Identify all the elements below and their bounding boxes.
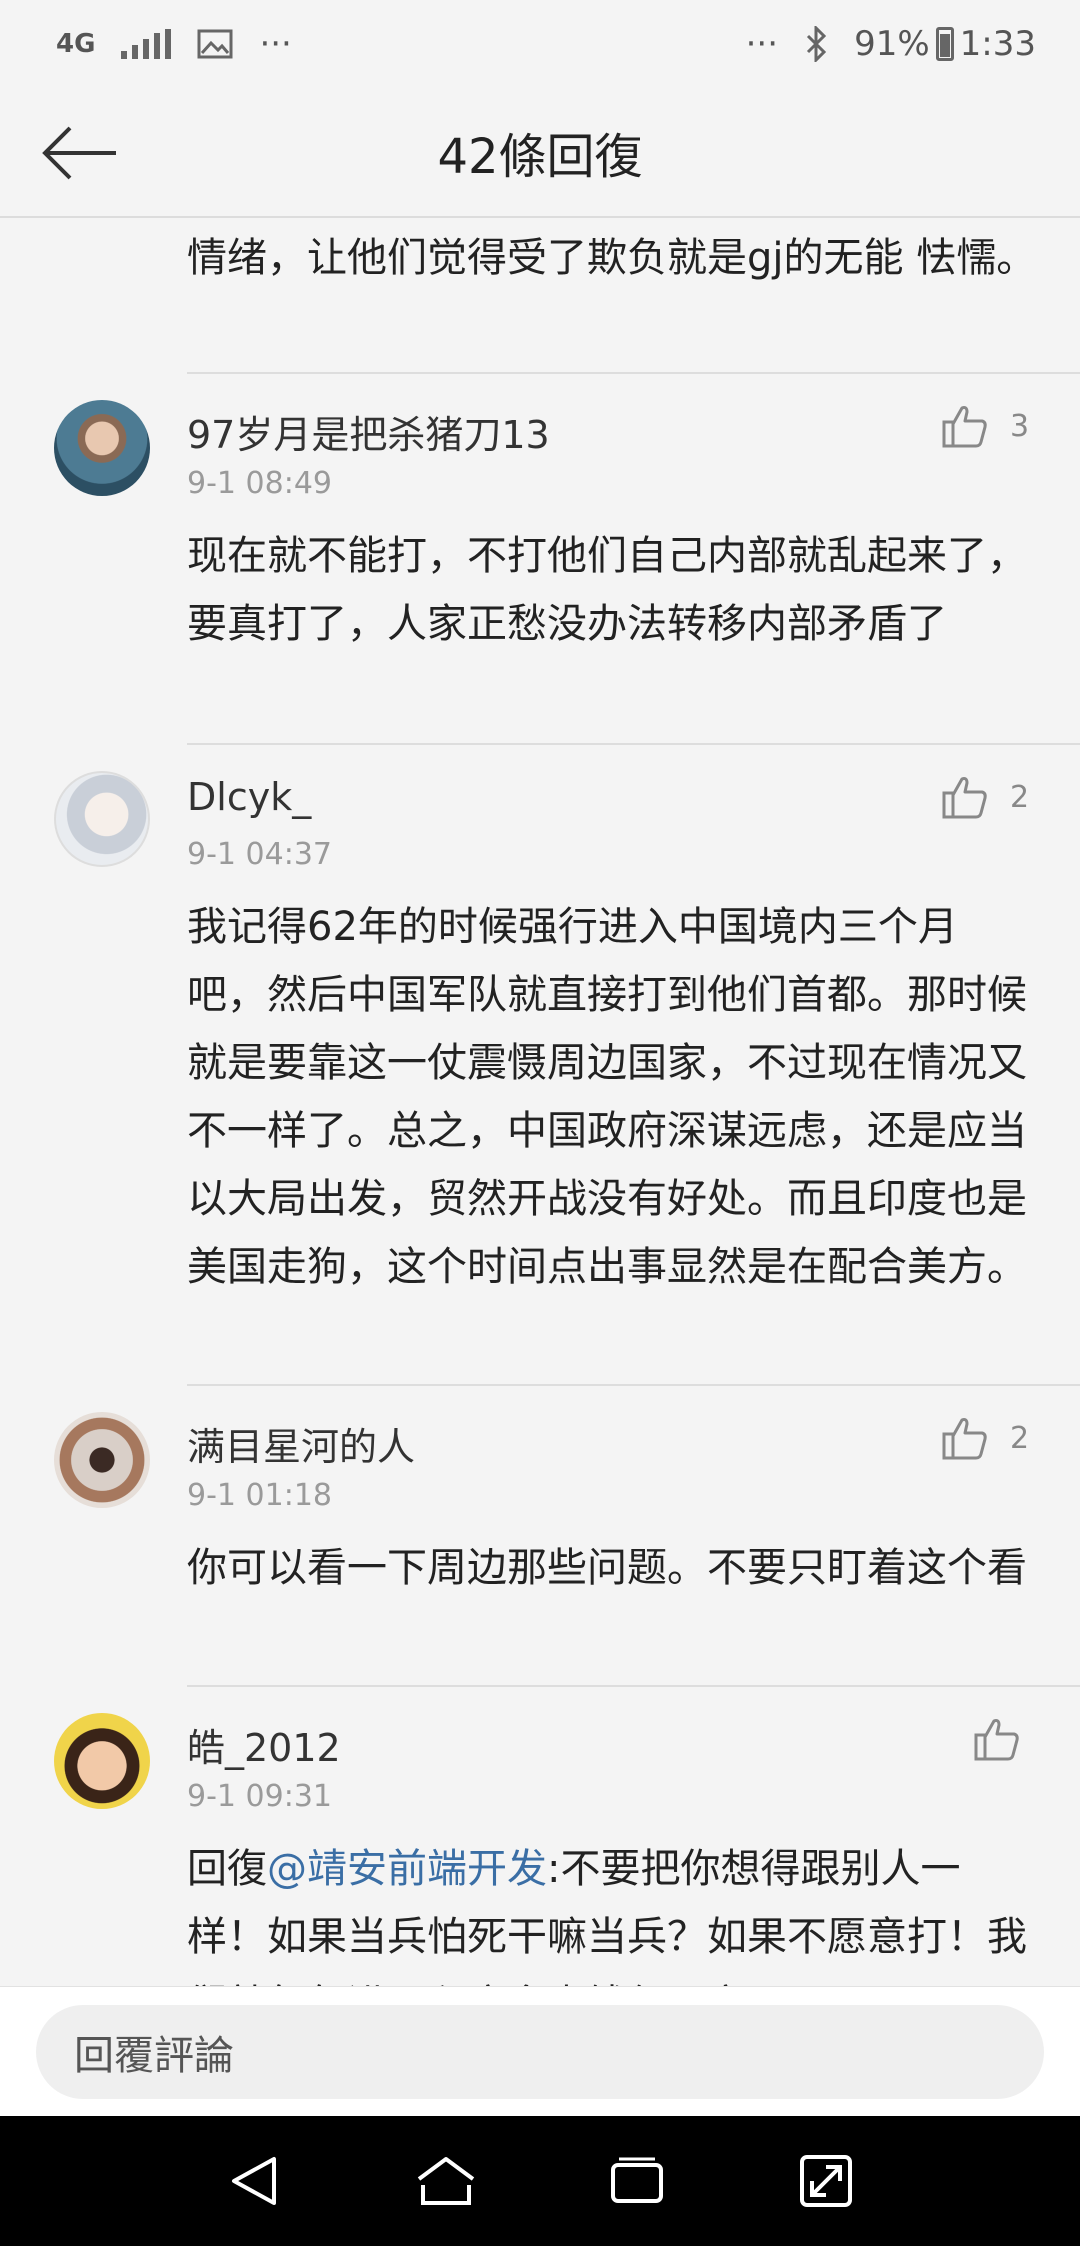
comment-item[interactable]: 满目星河的人 9-1 01:18 2 你可以看一下周边那些问题。不要只盯着这个看 bbox=[0, 1386, 1080, 1685]
signal-icon bbox=[121, 29, 172, 59]
image-icon bbox=[197, 29, 233, 59]
comment-item[interactable]: 97岁月是把杀猪刀13 9-1 08:49 3 现在就不能打，不打他们自己内部就… bbox=[0, 374, 1080, 743]
comment-item[interactable]: 皓_2012 9-1 09:31 回復@靖安前端开发:不要把你想得跟别人一样！如… bbox=[0, 1687, 1080, 1986]
navigation-bar bbox=[0, 2116, 1080, 2246]
avatar[interactable] bbox=[54, 1412, 150, 1508]
like-button[interactable] bbox=[974, 1717, 1020, 1761]
more-status-icon: ··· bbox=[745, 24, 779, 64]
like-button[interactable]: 2 bbox=[942, 775, 1029, 819]
home-icon[interactable] bbox=[415, 2153, 477, 2209]
comment-author[interactable]: Dlcyk_ bbox=[187, 775, 311, 819]
thumbs-up-icon bbox=[942, 406, 987, 448]
battery-icon bbox=[935, 27, 954, 61]
bluetooth-icon bbox=[807, 26, 827, 62]
reply-bar: 回覆評論 bbox=[0, 1986, 1080, 2117]
mention-link[interactable]: @靖安前端开发 bbox=[267, 1846, 547, 1892]
like-button[interactable]: 3 bbox=[942, 404, 1029, 448]
expand-icon[interactable] bbox=[798, 2153, 854, 2209]
back-nav-icon[interactable] bbox=[226, 2153, 282, 2209]
status-bar: 4G ··· ··· 91% 1:33 bbox=[0, 0, 1080, 88]
comment-list[interactable]: 情绪，让他们觉得受了欺负就是gj的无能 怯懦。 97岁月是把杀猪刀13 9-1 … bbox=[0, 218, 1080, 1986]
avatar[interactable] bbox=[54, 400, 150, 496]
header: 42條回復 bbox=[0, 88, 1080, 218]
thumbs-up-icon bbox=[942, 777, 987, 819]
comment-author[interactable]: 满目星河的人 bbox=[187, 1416, 415, 1471]
comment-text: 回復@靖安前端开发:不要把你想得跟别人一样！如果当兵怕死干嘛当兵？如果不愿意打！… bbox=[187, 1835, 1037, 1986]
like-count: 2 bbox=[1010, 779, 1030, 815]
comment-author[interactable]: 皓_2012 bbox=[187, 1717, 341, 1772]
back-button[interactable] bbox=[40, 118, 120, 188]
comment-author[interactable]: 97岁月是把杀猪刀13 bbox=[187, 404, 550, 459]
avatar[interactable] bbox=[54, 1713, 150, 1809]
comment-time: 9-1 08:49 bbox=[187, 466, 332, 501]
thumbs-up-icon bbox=[974, 1719, 1019, 1761]
more-notifications-icon: ··· bbox=[259, 24, 292, 64]
comment-item[interactable]: Dlcyk_ 9-1 04:37 2 我记得62年的时候强行进入中国境内三个月吧… bbox=[0, 745, 1080, 1384]
comment-time: 9-1 04:37 bbox=[187, 837, 332, 872]
comment-text: 我记得62年的时候强行进入中国境内三个月吧，然后中国军队就直接打到他们首都。那时… bbox=[187, 904, 1027, 1290]
comment-time: 9-1 09:31 bbox=[187, 1779, 332, 1814]
comment-text: 现在就不能打，不打他们自己内部就乱起来了，要真打了，人家正愁没办法转移内部矛盾了 bbox=[187, 533, 1027, 647]
like-count: 2 bbox=[1010, 1420, 1030, 1456]
comment-time: 9-1 01:18 bbox=[187, 1478, 332, 1513]
battery-percent: 91% bbox=[854, 24, 930, 64]
thumbs-up-icon bbox=[942, 1418, 987, 1460]
back-arrow-icon bbox=[42, 126, 116, 180]
clock: 1:33 bbox=[959, 24, 1036, 64]
reply-input[interactable]: 回覆評論 bbox=[36, 2005, 1044, 2099]
page-title: 42條回復 bbox=[437, 129, 643, 185]
reply-prefix: 回復 bbox=[187, 1846, 267, 1892]
recent-apps-icon[interactable] bbox=[609, 2155, 665, 2207]
network-type: 4G bbox=[56, 29, 96, 59]
comment-text: 你可以看一下周边那些问题。不要只盯着这个看 bbox=[187, 1545, 1027, 1591]
like-button[interactable]: 2 bbox=[942, 1416, 1029, 1460]
avatar[interactable] bbox=[54, 771, 150, 867]
like-count: 3 bbox=[1010, 408, 1030, 444]
comment-text: 情绪，让他们觉得受了欺负就是gj的无能 怯懦。 bbox=[187, 235, 1037, 281]
